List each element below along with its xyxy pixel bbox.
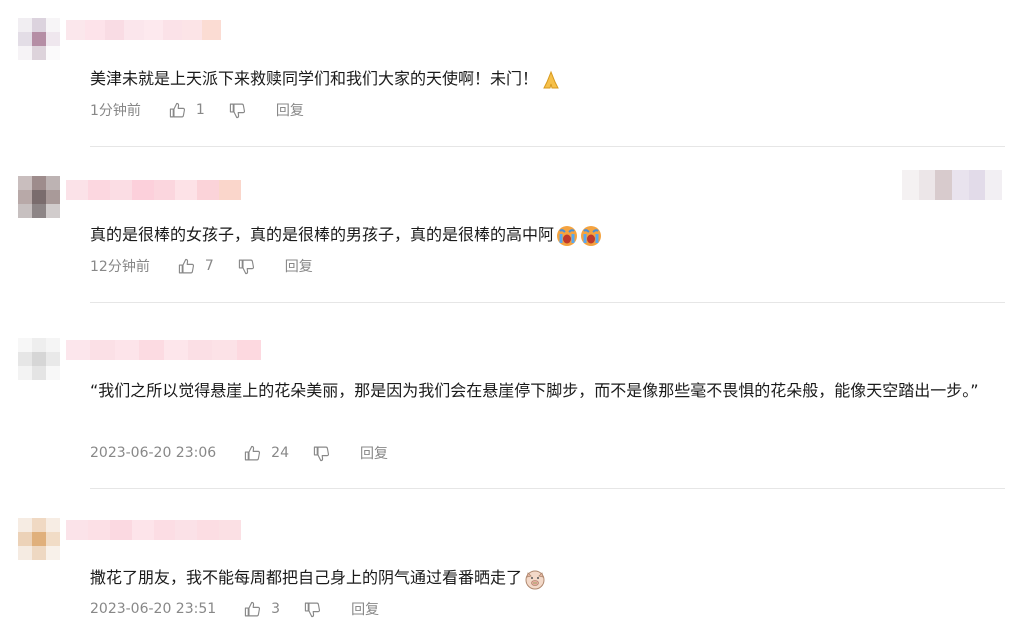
crying-face-icon: [581, 225, 602, 246]
comment-meta: 2023-06-20 23:51 3 回复: [90, 599, 379, 619]
folded-hands-emoji-icon: [543, 70, 559, 88]
timestamp: 2023-06-20 23:51: [90, 601, 217, 617]
like-button[interactable]: 3: [244, 601, 280, 618]
thumbs-up-icon: [169, 102, 185, 117]
thumbs-down-icon: [313, 446, 330, 461]
crying-face-icon: [557, 225, 578, 246]
timestamp: 12分钟前: [90, 259, 150, 275]
pig-face-icon: [525, 570, 545, 589]
divider: [90, 488, 1005, 489]
username[interactable]: [66, 180, 241, 200]
timestamp: 1分钟前: [90, 103, 141, 119]
thumbs-up-icon: [245, 601, 261, 616]
avatar[interactable]: [18, 176, 60, 218]
reply-button[interactable]: 回复: [276, 100, 304, 120]
username[interactable]: [66, 520, 241, 540]
dislike-button[interactable]: [238, 258, 255, 275]
like-count: 3: [271, 601, 281, 617]
like-button[interactable]: 24: [244, 445, 289, 462]
avatar[interactable]: [18, 18, 60, 60]
comment-meta: 2023-06-20 23:06 24 回复: [90, 443, 388, 463]
comment-meta: 1分钟前 1 回复: [90, 100, 304, 120]
like-button[interactable]: 7: [178, 258, 214, 275]
comment-text: 真的是很棒的女孩子，真的是很棒的男孩子，真的是很棒的高中阿: [90, 220, 1003, 250]
avatar[interactable]: [18, 338, 60, 380]
username[interactable]: [66, 340, 261, 360]
divider: [90, 302, 1005, 303]
thumbs-up-icon: [178, 258, 194, 273]
avatar[interactable]: [18, 518, 60, 560]
dislike-button[interactable]: [229, 102, 246, 119]
dislike-button[interactable]: [313, 445, 330, 462]
dislike-button[interactable]: [304, 601, 321, 618]
thumbs-up-icon: [245, 445, 261, 460]
timestamp: 2023-06-20 23:06: [90, 445, 217, 461]
reply-button[interactable]: 回复: [351, 599, 379, 619]
divider: [90, 146, 1005, 147]
comment-text: 美津未就是上天派下来救赎同学们和我们大家的天使啊！未门！: [90, 64, 1003, 94]
like-count: 1: [195, 102, 205, 118]
thumbs-down-icon: [229, 103, 245, 118]
user-badge: [902, 170, 1003, 200]
reply-button[interactable]: 回复: [360, 443, 388, 463]
like-button[interactable]: 1: [169, 102, 205, 119]
comment-meta: 12分钟前 7 回复: [90, 256, 313, 276]
username[interactable]: [66, 20, 221, 40]
like-count: 7: [204, 258, 214, 274]
thumbs-down-icon: [304, 602, 321, 617]
comment-text: 撒花了朋友，我不能每周都把自己身上的阴气通过看番晒走了: [90, 563, 1003, 593]
reply-button[interactable]: 回复: [285, 256, 313, 276]
like-count: 24: [271, 445, 289, 461]
thumbs-down-icon: [238, 259, 254, 274]
comment-text: “我们之所以觉得悬崖上的花朵美丽，那是因为我们会在悬崖停下脚步，而不是像那些毫不…: [90, 381, 979, 400]
